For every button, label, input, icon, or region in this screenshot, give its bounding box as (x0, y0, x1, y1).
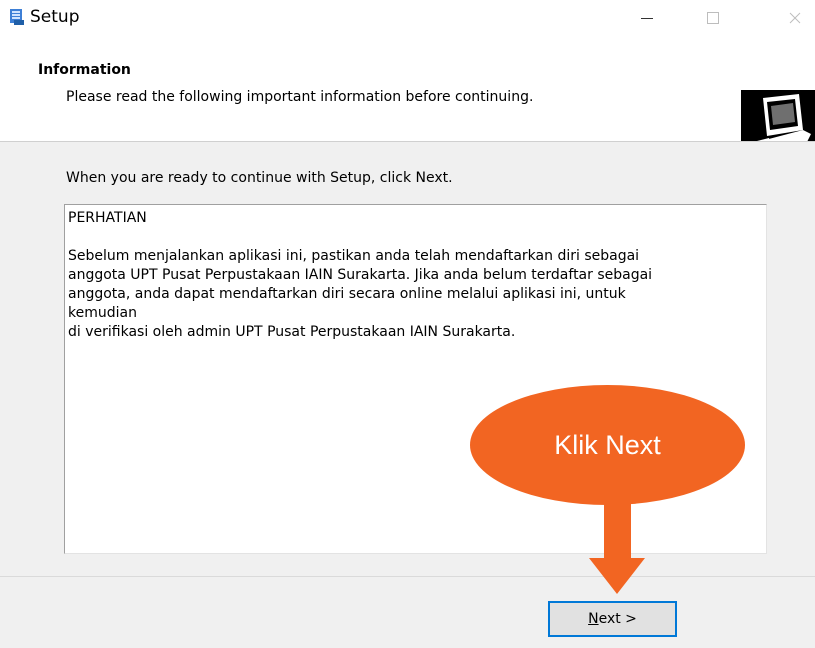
minimize-icon[interactable] (622, 0, 672, 36)
callout-text: Klik Next (554, 429, 661, 460)
wizard-header: Information Please read the following im… (0, 40, 815, 174)
close-icon[interactable] (770, 0, 815, 36)
memo-line: kemudian (68, 305, 137, 321)
memo-line: PERHATIAN (68, 210, 147, 226)
title-bar: Setup (0, 0, 815, 40)
wizard-footer: Next > (0, 577, 815, 648)
maximize-icon[interactable] (688, 0, 738, 36)
next-button[interactable]: Next > (548, 601, 677, 637)
arrow-head-icon (589, 558, 645, 594)
instruction-text: When you are ready to continue with Setu… (66, 170, 453, 186)
memo-line: anggota, anda dapat mendaftarkan diri se… (68, 286, 626, 302)
callout-bubble: Klik Next (470, 385, 745, 505)
information-memo[interactable]: PERHATIAN Sebelum menjalankan aplikasi i… (64, 204, 767, 554)
page-subtitle: Please read the following important info… (66, 89, 534, 105)
memo-line: Sebelum menjalankan aplikasi ini, pastik… (68, 248, 640, 264)
memo-line: anggota UPT Pusat Perpustakaan IAIN Sura… (68, 267, 653, 283)
memo-line: di verifikasi oleh admin UPT Pusat Perpu… (68, 324, 516, 340)
arrow-down-icon (604, 498, 631, 560)
setup-icon (8, 8, 26, 26)
wizard-body: When you are ready to continue with Setu… (0, 142, 815, 576)
window-title: Setup (30, 7, 80, 27)
memo-line (68, 228, 763, 247)
page-title: Information (38, 62, 131, 78)
